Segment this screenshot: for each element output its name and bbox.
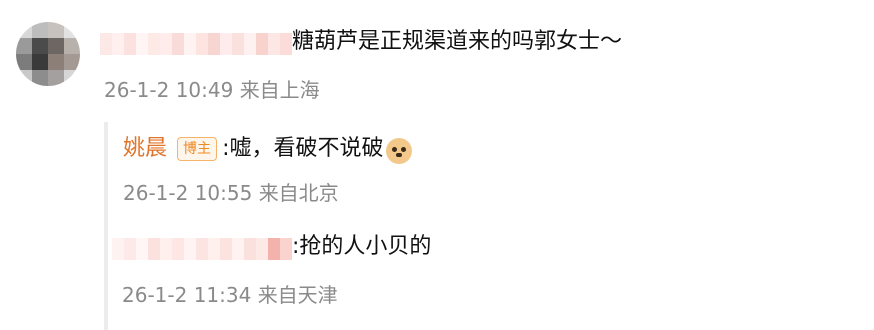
reply-meta: 26-1-2 11:34 来自天津 bbox=[122, 279, 338, 308]
username-mosaic[interactable] bbox=[100, 32, 292, 55]
comment-text: 糖葫芦是正规渠道来的吗郭女士～ bbox=[292, 29, 623, 54]
doge-emoji-icon bbox=[385, 137, 412, 164]
reply-text: :嘘，看破不说破 bbox=[222, 136, 384, 161]
username-mosaic[interactable] bbox=[112, 237, 292, 260]
comment-time: 26-1-2 10:49 bbox=[104, 78, 234, 102]
reply-author[interactable]: 姚晨 bbox=[123, 136, 167, 161]
comment-location: 来自上海 bbox=[239, 78, 320, 102]
author-badge: 博主 bbox=[177, 137, 218, 161]
reply-meta: 26-1-2 10:55 来自北京 bbox=[123, 177, 339, 206]
reply-location: 来自天津 bbox=[257, 283, 338, 307]
reply-item: 姚晨 博主 :嘘，看破不说破 26-1-2 10:55 来自北京 bbox=[123, 130, 412, 205]
comment-meta: 26-1-2 10:49 来自上海 bbox=[104, 74, 320, 103]
avatar[interactable] bbox=[16, 22, 80, 86]
reply-time: 26-1-2 10:55 bbox=[123, 181, 253, 205]
reply-item: :抢的人小贝的 26-1-2 11:34 来自天津 bbox=[112, 232, 432, 307]
comment: 糖葫芦是正规渠道来的吗郭女士～ 26-1-2 10:49 来自上海 bbox=[100, 27, 623, 102]
reply-text: :抢的人小贝的 bbox=[292, 234, 432, 259]
reply-location: 来自北京 bbox=[258, 181, 339, 205]
reply-thread-line bbox=[104, 122, 108, 330]
reply-time: 26-1-2 11:34 bbox=[122, 283, 252, 307]
